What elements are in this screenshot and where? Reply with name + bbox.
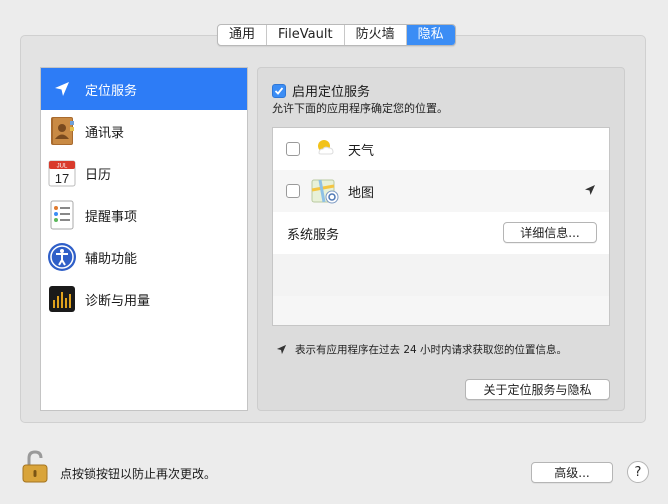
location-arrow-icon — [276, 344, 287, 355]
tab-general[interactable]: 通用 — [218, 25, 268, 45]
sidebar-item-contacts[interactable]: 通讯录 — [41, 110, 247, 152]
maps-icon — [308, 174, 342, 208]
accessibility-icon — [47, 242, 77, 272]
location-note-text: 表示有应用程序在过去 24 小时内请求获取您的位置信息。 — [295, 344, 568, 356]
sidebar-item-location-services[interactable]: 定位服务 — [41, 68, 247, 110]
tab-firewall[interactable]: 防火墙 — [345, 25, 407, 45]
lock-icon[interactable] — [20, 450, 50, 484]
tab-filevault[interactable]: FileVault — [267, 25, 345, 45]
details-button[interactable]: 详细信息... — [503, 222, 597, 243]
list-filler — [273, 254, 609, 296]
calendar-day: 17 — [55, 171, 69, 186]
system-services-row: 系统服务 详细信息... — [273, 212, 609, 254]
sidebar-item-label: 诊断与用量 — [85, 293, 151, 309]
sidebar-item-calendar[interactable]: JUL 17 日历 — [41, 152, 247, 194]
lock-instruction: 点按锁按钮以防止再次更改。 — [60, 467, 217, 481]
sidebar-item-diagnostics[interactable]: 诊断与用量 — [41, 278, 247, 320]
sidebar-item-label: 定位服务 — [85, 83, 138, 99]
tab-privacy[interactable]: 隐私 — [406, 25, 455, 45]
calendar-month: JUL — [57, 164, 68, 170]
calendar-icon: JUL 17 — [47, 158, 77, 188]
about-location-privacy-button[interactable]: 关于定位服务与隐私 — [465, 379, 610, 400]
reminders-icon — [47, 200, 77, 230]
location-arrow-icon — [47, 74, 77, 104]
tab-bar: 通用 FileVault 防火墙 隐私 — [217, 24, 456, 46]
app-name: 地图 — [348, 185, 375, 201]
sidebar-item-label: 辅助功能 — [85, 251, 138, 267]
system-services-label: 系统服务 — [287, 227, 340, 243]
weather-icon — [308, 132, 342, 166]
enable-location-checkbox[interactable] — [272, 83, 286, 98]
diagnostics-icon — [47, 284, 77, 314]
help-button[interactable]: ? — [627, 461, 649, 483]
list-item: 天气 — [273, 128, 609, 170]
sidebar-item-label: 提醒事项 — [85, 209, 138, 225]
enable-location-row: 启用定位服务 — [272, 81, 370, 100]
recent-location-arrow-icon — [585, 185, 595, 195]
list-item: 地图 — [273, 170, 609, 212]
enable-location-label: 启用定位服务 — [292, 85, 371, 100]
location-subtitle: 允许下面的应用程序确定您的位置。 — [272, 102, 448, 115]
sidebar-item-accessibility[interactable]: 辅助功能 — [41, 236, 247, 278]
maps-app-checkbox[interactable] — [286, 184, 300, 198]
contacts-book-icon — [47, 116, 77, 146]
checkmark-icon — [274, 86, 284, 95]
sidebar-item-label: 日历 — [85, 167, 112, 183]
sidebar-item-reminders[interactable]: 提醒事项 — [41, 194, 247, 236]
privacy-sidebar: 定位服务 通讯录 JUL 17 日历 提醒事项 辅助功能 诊断与用量 — [40, 67, 248, 411]
advanced-button[interactable]: 高级... — [531, 462, 613, 483]
location-app-list: 天气 地图 系统服务 详细信息... — [272, 127, 610, 326]
location-note: 表示有应用程序在过去 24 小时内请求获取您的位置信息。 — [276, 342, 567, 357]
app-name: 天气 — [348, 143, 375, 159]
weather-app-checkbox[interactable] — [286, 142, 300, 156]
sidebar-item-label: 通讯录 — [85, 125, 125, 141]
